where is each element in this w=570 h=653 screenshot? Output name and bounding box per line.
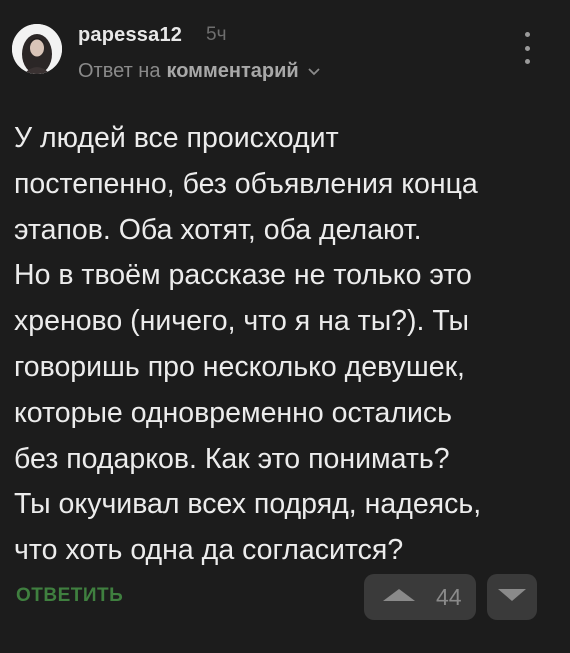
comment-time: 5ч <box>206 24 227 45</box>
triangle-down-icon <box>497 588 527 607</box>
rating-count: 44 <box>436 583 462 610</box>
comment-line: которые одновременно остались <box>14 396 453 429</box>
author-name[interactable]: papessa12 <box>78 24 182 47</box>
comment-card: papessa12 5ч Ответ на комментарий У люде… <box>0 0 570 653</box>
downvote-button[interactable] <box>487 574 537 620</box>
upvote-button[interactable]: 44 <box>364 574 476 620</box>
comment-line: что хоть одна да согласится? <box>14 534 404 567</box>
comment-body: У людей все происходит постепенно, без о… <box>14 116 559 574</box>
comment-line: У людей все происходит <box>14 122 339 154</box>
reply-button[interactable]: ОТВЕТИТЬ <box>16 585 123 607</box>
avatar-image <box>12 24 62 74</box>
reply-to-link[interactable]: Ответ на комментарий <box>78 60 321 83</box>
more-dot <box>524 32 530 37</box>
comment-line: хреново (ничего, что я на ты?). Ты <box>14 305 469 338</box>
comment-line: постепенно, без объявления конца <box>14 167 478 200</box>
comment-line: Ты окучивал всех подряд, надеясь, <box>14 488 482 521</box>
comment-line: говоришь про несколько девушек, <box>14 350 465 383</box>
more-dot <box>524 45 530 51</box>
reply-target: комментарий <box>166 60 299 82</box>
chevron-down-icon <box>307 60 321 83</box>
more-vertical-icon[interactable] <box>519 32 535 64</box>
comment-line: Но в твоём рассказе не только это <box>14 259 472 292</box>
more-dot <box>524 59 530 64</box>
comment-line: без подарков. Как это понимать? <box>14 442 450 475</box>
triangle-up-icon <box>382 588 416 607</box>
reply-prefix: Ответ на <box>78 60 161 82</box>
avatar[interactable] <box>12 24 62 74</box>
comment-line: этапов. Оба хотят, оба делают. <box>14 213 422 246</box>
